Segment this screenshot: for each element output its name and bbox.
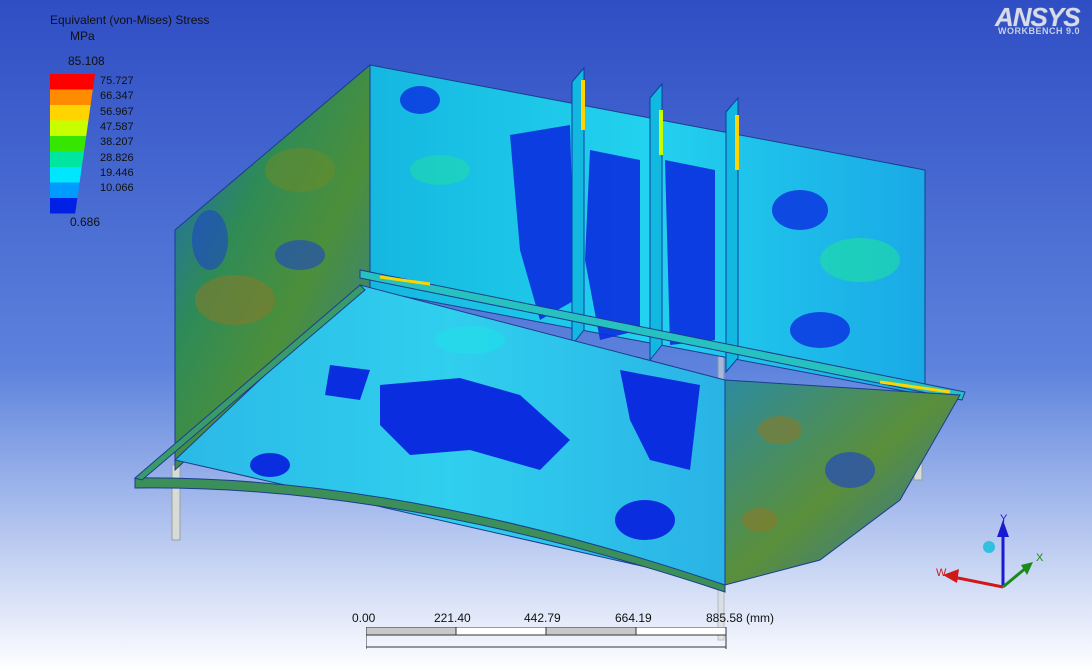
legend-band [50, 120, 89, 136]
legend-value: 75.727 [100, 75, 134, 87]
legend-min-value: 0.686 [70, 215, 101, 229]
legend-value: 28.826 [100, 151, 134, 164]
legend-color-bar [50, 74, 95, 214]
legend-title: Equivalent (von-Mises) Stress [50, 13, 210, 27]
legend-value: 56.967 [100, 105, 134, 118]
graphics-viewport[interactable]: Equivalent (von-Mises) Stress MPa 85.108… [0, 0, 1092, 671]
legend-value: 47.587 [100, 120, 134, 133]
ansys-version: WORKBENCH 9.0 [998, 26, 1081, 36]
legend-band [50, 136, 87, 152]
scale-tick-2: 442.79 [524, 611, 561, 625]
legend-band [50, 89, 93, 105]
scale-tick-0: 0.00 [352, 611, 376, 625]
legend-max-value: 85.108 [68, 54, 105, 68]
axis-y-label: Y [1000, 513, 1008, 525]
legend-band [50, 167, 82, 183]
axis-x-label: X [1036, 552, 1044, 564]
axis-triad[interactable] [925, 505, 1045, 600]
legend-band [50, 182, 80, 198]
scale-tick-3: 664.19 [615, 611, 652, 625]
legend-value: 66.347 [100, 90, 134, 103]
axis-w-label: W [936, 567, 947, 579]
legend-band [50, 105, 91, 121]
legend-band [50, 151, 84, 167]
legend-band [50, 198, 78, 214]
scale-bar [366, 627, 727, 649]
scale-tick-1: 221.40 [434, 611, 471, 625]
legend-value: 19.446 [100, 166, 134, 179]
scale-tick-4: 885.58 (mm) [706, 611, 775, 625]
legend-band [50, 74, 95, 90]
legend-unit: MPa [70, 29, 95, 43]
legend-value: 10.066 [100, 182, 134, 195]
legend-value: 38.207 [100, 136, 134, 149]
